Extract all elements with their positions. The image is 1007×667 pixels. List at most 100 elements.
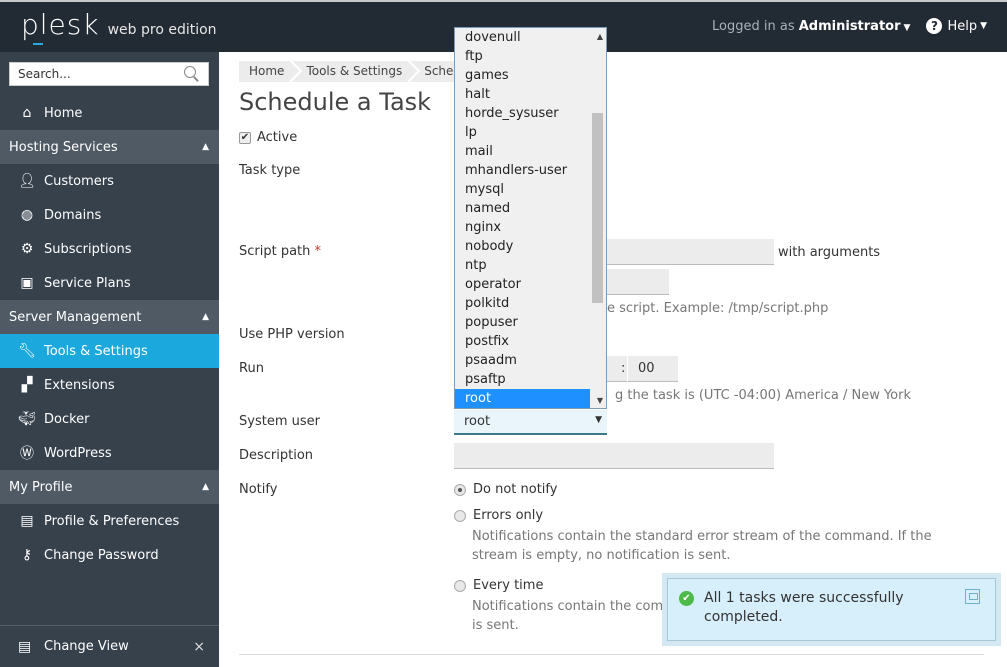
logo-brand: plesk [21, 8, 100, 45]
sidebar-item-domains[interactable]: ◍ Domains [0, 198, 219, 232]
dropdown-option[interactable]: ftp [455, 47, 591, 66]
sidebar-item-label: Subscriptions [44, 241, 132, 257]
help-menu[interactable]: ? Help ▼ [926, 18, 987, 34]
extensions-icon: ▞ [21, 377, 33, 393]
dropdown-option[interactable]: popuser [455, 313, 591, 332]
toast-body: ✔ All 1 tasks were successfully complete… [667, 578, 996, 641]
dropdown-option[interactable]: lp [455, 123, 591, 142]
active-checkbox[interactable]: ✔ [239, 131, 251, 144]
dropdown-options: dovenull ftp games halt horde_sysuser lp mail m… [455, 28, 591, 408]
dropdown-option[interactable]: halt [455, 85, 591, 104]
gear-icon: ⚙ [20, 241, 34, 257]
dropdown-option[interactable]: nobody [455, 237, 591, 256]
sidebar-group-my-profile[interactable]: My Profile ▲ [0, 470, 219, 504]
dropdown-option[interactable]: mhandlers-user [455, 161, 591, 180]
dropdown-option[interactable]: named [455, 199, 591, 218]
search-icon[interactable] [184, 66, 200, 82]
dropdown-option[interactable]: nginx [455, 218, 591, 237]
breadcrumb-tools-settings[interactable]: Tools & Settings [296, 61, 414, 82]
sidebar-group-hosting-services[interactable]: Hosting Services ▲ [0, 130, 219, 164]
system-user-select[interactable]: root ▼ [454, 410, 607, 435]
dropdown-option[interactable]: root [455, 389, 591, 408]
radio-button[interactable] [454, 509, 466, 522]
page-title: Schedule a Task [239, 88, 432, 116]
collapse-icon: ▲ [202, 142, 209, 152]
change-view-label: Change View [44, 639, 129, 654]
arguments-input[interactable] [607, 269, 669, 295]
breadcrumb: Home Tools & Settings Sched [239, 61, 474, 82]
dropdown-option[interactable]: mail [455, 142, 591, 161]
sidebar-item-extensions[interactable]: ▞ Extensions [0, 368, 219, 402]
plesk-logo[interactable]: plesk web pro edition [21, 8, 217, 45]
clipboard-icon: ▣ [20, 275, 34, 291]
sidebar: ⌂ Home Hosting Services ▲ 👤︎ Customers ◍ Dom… [0, 52, 219, 667]
sidebar-item-label: Tools & Settings [44, 343, 148, 359]
group-label: Server Management [9, 309, 142, 325]
active-label: Active [257, 130, 298, 145]
radio-label: Do not notify [473, 482, 558, 497]
docker-icon: 🐳︎ [18, 411, 36, 427]
sidebar-item-change-password[interactable]: ⚷ Change Password [0, 538, 219, 572]
sidebar-item-label: Extensions [44, 377, 115, 393]
scrollbar-thumb[interactable] [592, 113, 603, 303]
minimize-icon[interactable] [965, 589, 980, 604]
scroll-down-icon[interactable]: ▼ [597, 396, 603, 405]
sidebar-item-docker[interactable]: 🐳︎ Docker [0, 402, 219, 436]
change-view-button[interactable]: ▤ Change View × [0, 625, 219, 667]
dropdown-option[interactable]: operator [455, 275, 591, 294]
sidebar-item-profile-preferences[interactable]: ▤ Profile & Preferences [0, 504, 219, 538]
dropdown-option[interactable]: dovenull [455, 28, 591, 47]
radio-label: Errors only [473, 508, 544, 523]
sidebar-item-label: Domains [44, 207, 102, 223]
notify-option-do-not-notify[interactable]: Do not notify [454, 482, 557, 497]
system-user-dropdown-list[interactable]: dovenull ftp games halt horde_sysuser lp mail m… [454, 27, 607, 409]
divider [239, 654, 984, 655]
sidebar-item-subscriptions[interactable]: ⚙ Subscriptions [0, 232, 219, 266]
sidebar-item-label: Profile & Preferences [44, 513, 180, 529]
radio-button[interactable] [454, 483, 466, 496]
check-circle-icon: ✔ [679, 591, 694, 606]
scroll-up-icon[interactable]: ▲ [597, 32, 603, 41]
run-label: Run [239, 361, 264, 376]
sidebar-nav: ⌂ Home Hosting Services ▲ 👤︎ Customers ◍ Dom… [0, 96, 219, 572]
close-icon[interactable]: × [193, 639, 205, 655]
dropdown-option[interactable]: psaadm [455, 351, 591, 370]
dropdown-option[interactable]: polkitd [455, 294, 591, 313]
active-checkbox-row[interactable]: ✔ Active [239, 130, 297, 145]
wordpress-icon: Ⓦ [20, 446, 34, 462]
sidebar-item-service-plans[interactable]: ▣ Service Plans [0, 266, 219, 300]
notify-option-every-time[interactable]: Every time [454, 578, 543, 593]
dropdown-option[interactable]: psaftp [455, 370, 591, 389]
user-icon: 👤︎ [18, 173, 36, 189]
breadcrumb-home[interactable]: Home [239, 61, 296, 82]
dropdown-option[interactable]: games [455, 66, 591, 85]
group-label: My Profile [9, 479, 73, 495]
sidebar-item-customers[interactable]: 👤︎ Customers [0, 164, 219, 198]
search-input[interactable] [18, 67, 184, 81]
notify-option-errors-only[interactable]: Errors only [454, 508, 543, 523]
script-path-input[interactable] [607, 239, 774, 265]
dropdown-option[interactable]: postfix [455, 332, 591, 351]
sidebar-item-label: WordPress [44, 445, 112, 461]
description-input[interactable] [454, 443, 774, 469]
select-value: root [464, 414, 491, 429]
help-icon: ? [926, 18, 943, 34]
radio-label: Every time [473, 578, 544, 593]
dropdown-option[interactable]: mysql [455, 180, 591, 199]
dropdown-scrollbar[interactable]: ▲ ▼ [590, 28, 606, 408]
sidebar-item-wordpress[interactable]: Ⓦ WordPress [0, 436, 219, 470]
sidebar-item-tools-settings[interactable]: 🔧︎ Tools & Settings [0, 334, 219, 368]
dropdown-option[interactable]: horde_sysuser [455, 104, 591, 123]
script-path-label: Script path * [239, 244, 321, 259]
sidebar-group-server-management[interactable]: Server Management ▲ [0, 300, 219, 334]
user-menu[interactable]: Logged in as Administrator ▼ [712, 19, 910, 34]
script-path-hint: e script. Example: /tmp/script.php [607, 301, 829, 316]
php-version-label: Use PHP version [239, 327, 345, 342]
minute-input[interactable]: 00 [628, 356, 678, 382]
dropdown-option[interactable]: ntp [455, 256, 591, 275]
radio-button[interactable] [454, 579, 466, 592]
search-box[interactable] [9, 62, 209, 86]
collapse-icon: ▲ [202, 482, 209, 492]
sidebar-item-home[interactable]: ⌂ Home [0, 96, 219, 130]
every-time-description-line2: is sent. [472, 618, 519, 633]
